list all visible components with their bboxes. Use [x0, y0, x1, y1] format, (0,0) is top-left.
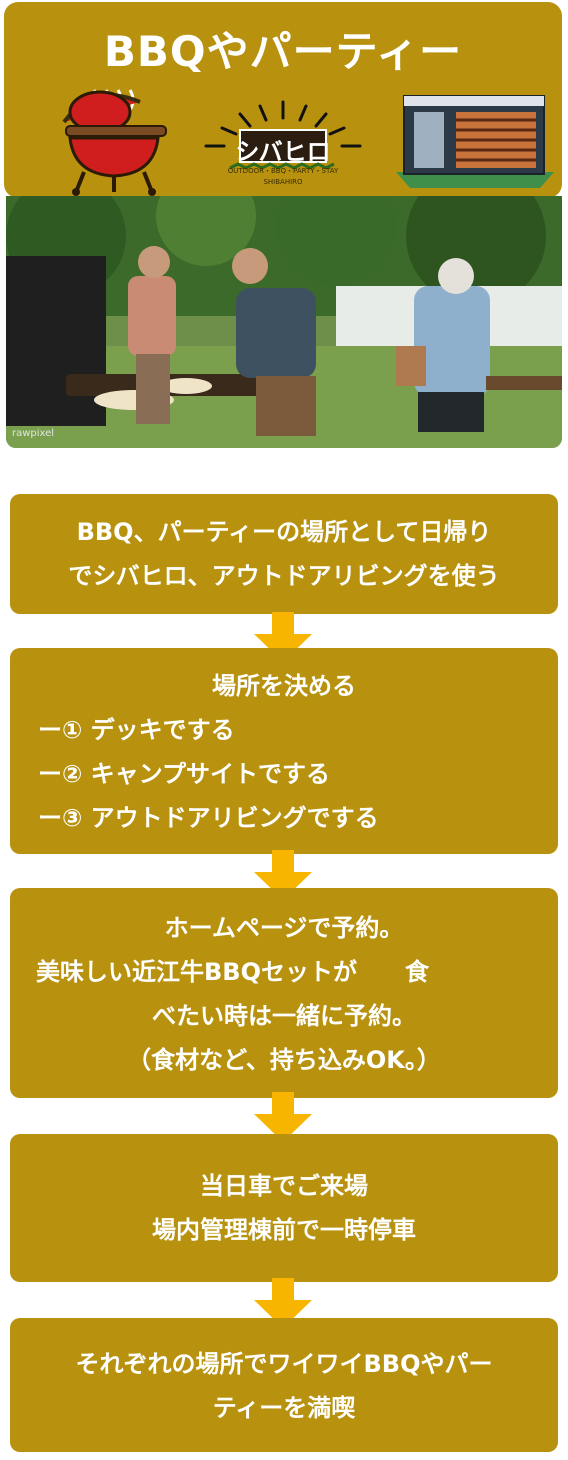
step-2-option-3: ー③ アウトドアリビングでする — [38, 804, 379, 832]
logo-name: シバヒロ — [235, 138, 331, 166]
step-5-line-1: それぞれの場所でワイワイBBQやパー — [75, 1350, 493, 1378]
page-title: BBQやパーティー — [103, 27, 463, 76]
step-3-line-2: 美味しい近江牛BBQセットが 食 — [36, 958, 429, 986]
step-3-line-1: ホームページで予約。 — [164, 914, 404, 942]
photo-watermark: rawpixel — [12, 428, 55, 439]
step-5-line-2: ティーを満喫 — [212, 1394, 356, 1422]
container-house-icon — [396, 95, 554, 188]
step-1-box: BBQ、パーティーの場所として日帰り でシバヒロ、アウトドアリビングを使う — [10, 494, 558, 614]
bbq-party-photo: rawpixel — [6, 196, 562, 448]
bbq-grill-icon — [62, 89, 167, 196]
step-2-heading: 場所を決める — [212, 672, 356, 700]
step-4-line-1: 当日車でご来場 — [200, 1172, 368, 1200]
step-4-box: 当日車でご来場 場内管理棟前で一時停車 — [10, 1134, 558, 1282]
shibahiro-logo: シバヒロ OUTDOOR・BBQ・PARTY・STAY SHIBAHIRO — [200, 98, 366, 196]
step-2-box: 場所を決める ー① デッキでする ー② キャンプサイトでする ー③ アウトドアリ… — [10, 648, 558, 854]
step-4-line-2: 場内管理棟前で一時停車 — [152, 1216, 416, 1244]
step-2-option-2: ー② キャンプサイトでする — [38, 760, 330, 788]
header-banner: BBQやパーティー シバヒロ OUTDOOR・BBQ・PARTY・STAY SH… — [4, 2, 562, 198]
step-3-line-3: べたい時は一緒に予約。 — [152, 1002, 416, 1030]
step-2-option-1: ー① デッキでする — [38, 716, 235, 744]
photo-illustration — [6, 196, 562, 448]
step-5-box: それぞれの場所でワイワイBBQやパー ティーを満喫 — [10, 1318, 558, 1452]
step-3-box: ホームページで予約。 美味しい近江牛BBQセットが 食 べたい時は一緒に予約。 … — [10, 888, 558, 1098]
step-3-line-4: （食材など、持ち込みOK。） — [127, 1046, 441, 1074]
logo-romaji: SHIBAHIRO — [263, 178, 303, 186]
logo-tagline: OUTDOOR・BBQ・PARTY・STAY — [227, 167, 339, 175]
step-1-line-2: でシバヒロ、アウトドアリビングを使う — [68, 562, 500, 590]
step-1-line-1: BBQ、パーティーの場所として日帰り — [76, 518, 492, 546]
